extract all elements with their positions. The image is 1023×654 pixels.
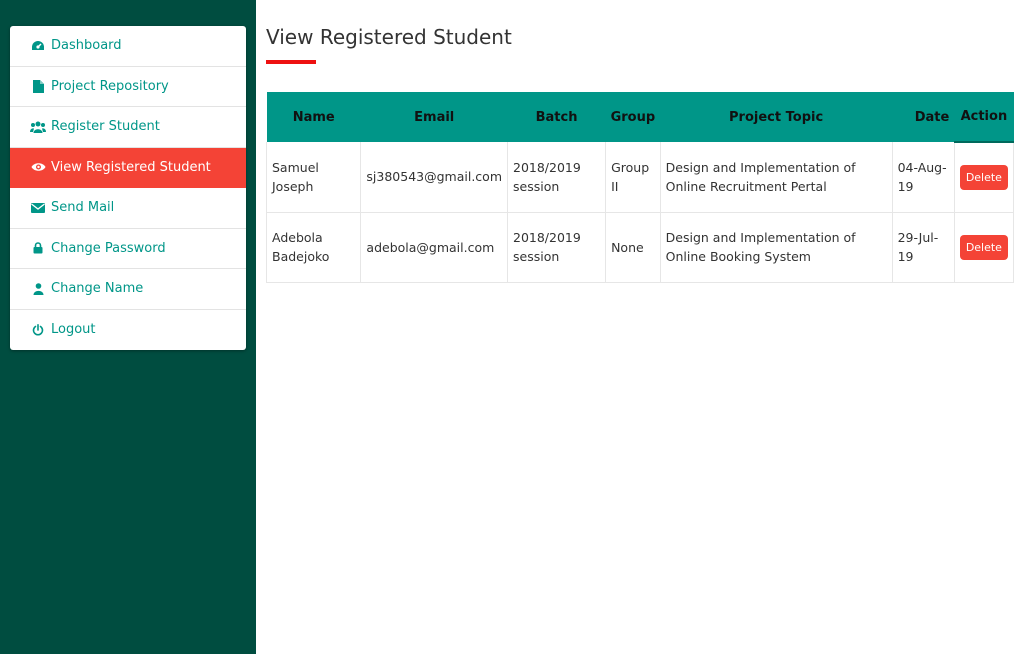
cell-project-topic: Design and Implementation of Online Recr… bbox=[659, 142, 893, 213]
sidebar-item-view-registered-student[interactable]: View Registered Student bbox=[10, 147, 246, 188]
column-header-date: Date bbox=[892, 92, 955, 142]
sidebar-item-label: Register Student bbox=[51, 119, 160, 135]
page-title: View Registered Student bbox=[266, 25, 512, 49]
file-icon bbox=[30, 79, 46, 93]
sidebar-item-label: Project Repository bbox=[51, 78, 169, 94]
table-header-row: Name Email Batch Group Project Topic Dat… bbox=[266, 92, 1014, 143]
power-icon bbox=[30, 323, 46, 337]
sidebar: Dashboard Project Repository Register St… bbox=[0, 0, 256, 654]
sidebar-item-dashboard[interactable]: Dashboard bbox=[10, 26, 246, 67]
sidebar-item-register-student[interactable]: Register Student bbox=[10, 107, 246, 148]
sidebar-item-label: View Registered Student bbox=[51, 159, 211, 175]
column-header-name: Name bbox=[266, 92, 361, 142]
cell-email: sj380543@gmail.com bbox=[360, 142, 508, 213]
delete-button[interactable]: Delete bbox=[959, 234, 1008, 260]
cell-name: Adebola Badejoko bbox=[265, 211, 362, 283]
cell-action: Delete bbox=[953, 142, 1015, 213]
sidebar-item-send-mail[interactable]: Send Mail bbox=[10, 188, 246, 229]
cell-action: Delete bbox=[953, 211, 1015, 283]
cell-email: adebola@gmail.com bbox=[360, 211, 508, 283]
sidebar-item-label: Send Mail bbox=[51, 200, 115, 216]
cell-batch: 2018/2019 session bbox=[506, 142, 607, 213]
dashboard-icon bbox=[30, 39, 46, 53]
column-header-action: Action bbox=[954, 92, 1014, 143]
sidebar-item-logout[interactable]: Logout bbox=[10, 310, 246, 351]
cell-date: 04-Aug-19 bbox=[891, 142, 955, 213]
title-underline bbox=[266, 60, 316, 64]
cell-group: None bbox=[605, 211, 661, 283]
sidebar-item-change-password[interactable]: Change Password bbox=[10, 229, 246, 269]
sidebar-item-project-repository[interactable]: Project Repository bbox=[10, 67, 246, 107]
students-table: Name Email Batch Group Project Topic Dat… bbox=[265, 92, 1015, 283]
column-header-group: Group bbox=[605, 92, 661, 142]
delete-button[interactable]: Delete bbox=[959, 164, 1008, 190]
sidebar-item-label: Change Name bbox=[51, 281, 144, 297]
column-header-project-topic: Project Topic bbox=[660, 92, 893, 142]
column-header-batch: Batch bbox=[507, 92, 606, 142]
cell-date: 29-Jul-19 bbox=[891, 211, 955, 283]
sidebar-menu: Dashboard Project Repository Register St… bbox=[10, 26, 246, 350]
users-icon bbox=[30, 120, 46, 134]
cell-name: Samuel Joseph bbox=[265, 142, 362, 213]
sidebar-item-label: Change Password bbox=[51, 240, 166, 256]
sidebar-item-label: Logout bbox=[51, 322, 96, 338]
lock-icon bbox=[30, 241, 46, 255]
cell-project-topic: Design and Implementation of Online Book… bbox=[659, 211, 893, 283]
sidebar-item-change-name[interactable]: Change Name bbox=[10, 269, 246, 310]
cell-group: Group II bbox=[605, 142, 661, 213]
sidebar-item-label: Dashboard bbox=[51, 38, 122, 54]
envelope-icon bbox=[30, 201, 46, 215]
column-header-email: Email bbox=[360, 92, 508, 142]
table-row: Adebola Badejoko adebola@gmail.com 2018/… bbox=[265, 211, 1015, 283]
cell-batch: 2018/2019 session bbox=[506, 211, 607, 283]
table-row: Samuel Joseph sj380543@gmail.com 2018/20… bbox=[265, 142, 1015, 213]
user-icon bbox=[30, 282, 46, 296]
eye-icon bbox=[30, 160, 46, 174]
